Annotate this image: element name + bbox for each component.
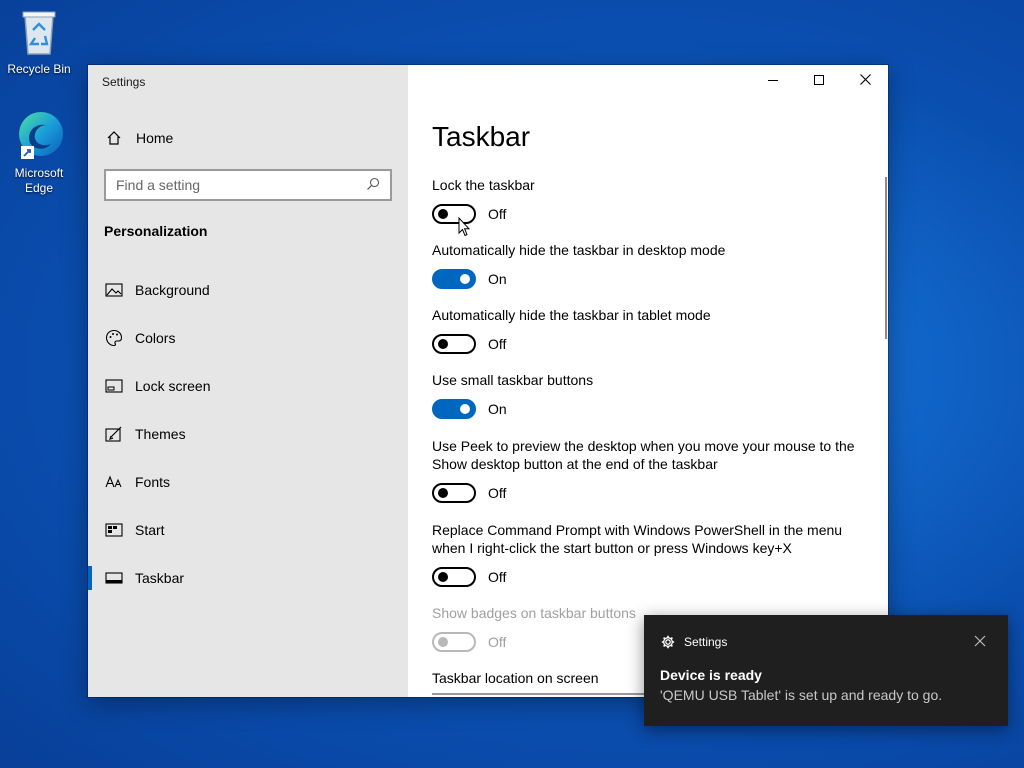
- lock-screen-icon: [104, 376, 124, 396]
- mouse-cursor-icon: [458, 216, 471, 242]
- page-title: Taskbar: [432, 121, 531, 152]
- location-dropdown[interactable]: [432, 693, 652, 697]
- home-icon: [104, 130, 124, 146]
- toggle-state: On: [488, 401, 507, 417]
- sidebar-item-label: Start: [135, 522, 165, 538]
- toggle-state: On: [488, 271, 507, 287]
- window-title: Settings: [102, 75, 146, 89]
- setting-label-peek: Use Peek to preview the desktop when you…: [432, 437, 872, 473]
- toggle-switch[interactable]: [432, 483, 476, 503]
- sidebar-item-label: Background: [135, 282, 210, 298]
- fonts-icon: [104, 472, 124, 492]
- toast-body: 'QEMU USB Tablet' is set up and ready to…: [660, 687, 943, 703]
- toggle-switch[interactable]: [432, 269, 476, 289]
- sidebar-item-fonts[interactable]: Fonts: [88, 458, 408, 506]
- sidebar-item-label: Taskbar: [135, 570, 185, 586]
- gear-icon: [660, 634, 676, 650]
- sidebar-nav: Background Colors Lock screen Themes Fon…: [88, 266, 408, 602]
- close-icon: [974, 634, 986, 651]
- sidebar-item-start[interactable]: Start: [88, 506, 408, 554]
- toggle-powershell[interactable]: Off: [432, 567, 506, 587]
- label-line: when I right-click the start button or p…: [432, 540, 792, 556]
- sidebar-item-colors[interactable]: Colors: [88, 314, 408, 362]
- sidebar-item-lock-screen[interactable]: Lock screen: [88, 362, 408, 410]
- toggle-badges: Off: [432, 632, 506, 652]
- recycle-bin-icon: [1, 8, 77, 60]
- toggle-state: Off: [488, 336, 507, 352]
- toggle-switch[interactable]: [432, 334, 476, 354]
- setting-label-autohide-tablet: Automatically hide the taskbar in tablet…: [432, 307, 711, 323]
- label-line: Use Peek to preview the desktop when you…: [432, 438, 855, 454]
- toggle-autohide-desktop[interactable]: On: [432, 269, 507, 289]
- edge-icon: [1, 110, 77, 164]
- setting-label-lock-taskbar: Lock the taskbar: [432, 177, 535, 193]
- home-label: Home: [136, 130, 174, 146]
- scrollbar[interactable]: [885, 177, 887, 339]
- toast-app-name: Settings: [684, 635, 728, 649]
- label-line: Replace Command Prompt with Windows Powe…: [432, 522, 843, 538]
- sidebar-item-label: Lock screen: [135, 378, 211, 394]
- toggle-small-buttons[interactable]: On: [432, 399, 507, 419]
- sidebar-item-background[interactable]: Background: [88, 266, 408, 314]
- sidebar-item-taskbar[interactable]: Taskbar: [88, 554, 408, 602]
- desktop-icon-edge[interactable]: Microsoft Edge: [1, 110, 77, 196]
- label-line: Show desktop button at the end of the ta…: [432, 456, 718, 472]
- sidebar-item-label: Colors: [135, 330, 176, 346]
- toggle-peek[interactable]: Off: [432, 483, 506, 503]
- toggle-switch[interactable]: [432, 399, 476, 419]
- desktop-icon-recycle-bin[interactable]: Recycle Bin: [1, 8, 77, 77]
- settings-window: Settings Home Personalization Background: [88, 65, 888, 697]
- content-pane: Taskbar Lock the taskbar Off Automatical…: [408, 65, 888, 697]
- setting-label-powershell: Replace Command Prompt with Windows Powe…: [432, 521, 872, 557]
- toggle-state: Off: [488, 485, 507, 501]
- palette-icon: [104, 328, 124, 348]
- sidebar-item-home[interactable]: Home: [104, 127, 173, 149]
- toggle-state: Off: [488, 634, 507, 650]
- toggle-switch[interactable]: [432, 567, 476, 587]
- toggle-autohide-tablet[interactable]: Off: [432, 334, 506, 354]
- section-title: Personalization: [104, 223, 208, 239]
- sidebar-item-label: Themes: [135, 426, 186, 442]
- search-input[interactable]: [116, 177, 366, 193]
- sidebar: Settings Home Personalization Background: [88, 65, 408, 697]
- setting-label-autohide-desktop: Automatically hide the taskbar in deskto…: [432, 242, 726, 258]
- toast-notification[interactable]: Settings Device is ready 'QEMU USB Table…: [644, 615, 1008, 726]
- themes-icon: [104, 424, 124, 444]
- toast-header: Settings: [660, 634, 727, 650]
- sidebar-item-themes[interactable]: Themes: [88, 410, 408, 458]
- toast-title: Device is ready: [660, 667, 762, 683]
- desktop-icon-label: Recycle Bin: [7, 62, 71, 76]
- toggle-state: Off: [488, 206, 507, 222]
- background-icon: [104, 280, 124, 300]
- setting-label-small-buttons: Use small taskbar buttons: [432, 372, 594, 388]
- toggle-switch: [432, 632, 476, 652]
- start-icon: [104, 520, 124, 540]
- search-icon[interactable]: [366, 177, 380, 194]
- toggle-state: Off: [488, 569, 507, 585]
- desktop-icon-label: Microsoft Edge: [14, 166, 64, 195]
- toast-close-button[interactable]: [974, 634, 988, 648]
- taskbar-icon: [104, 568, 124, 588]
- sidebar-item-label: Fonts: [135, 474, 171, 490]
- search-box[interactable]: [104, 169, 392, 201]
